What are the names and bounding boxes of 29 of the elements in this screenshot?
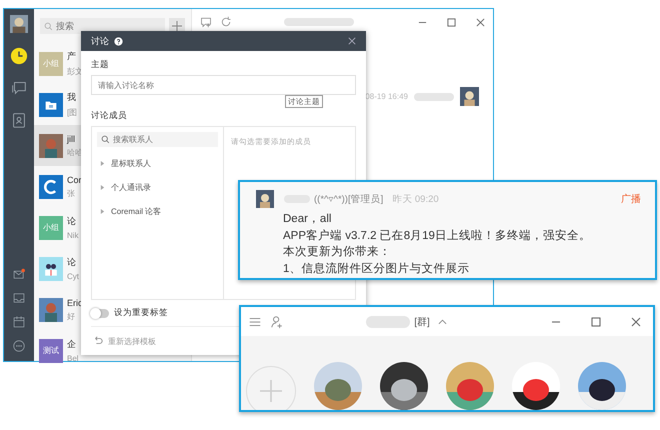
conversation-title: 企 [67,338,77,351]
message-line: 1、信息流附件区分图片与文件展示 [283,261,470,276]
conversation-title: 论 [67,256,77,269]
message-time: 08-19 16:49 [365,92,408,101]
conversation-title: Cor [67,174,82,184]
toggle-label: 设为重要标签 [114,307,168,319]
conversation-preview: 张 [67,188,76,198]
message-line: 本次更新为你带来： [283,244,392,260]
avatar: 小组 [39,216,63,240]
avatar: 小组 [39,52,63,76]
topic-label: 主题 [91,59,110,71]
message-time: 昨天 09:20 [392,192,439,206]
group-tag: [群] [414,314,430,328]
message-line: Dear，all [283,212,332,227]
message-line: APP客户端 v3.7.2 已在8月19日上线啦！多终端，强安全。 [283,228,592,244]
conversation-title: 我 [67,91,77,104]
conversation-title: 论 [67,215,77,228]
conversation-preview: 好 [67,310,76,322]
conversation-title: jill [67,134,76,144]
dialog-title: 讨论 [91,34,109,48]
conversation-preview: Bel [67,354,79,363]
avatar: 测试 [39,338,63,362]
conversation-preview: Cyt [67,272,79,281]
sender-name: ((*^▿^*))[管理员] [314,192,384,206]
conversation-preview: [图 [67,107,78,118]
broadcast-tag: 广播 [621,192,641,206]
conversation-title: 产 [67,50,77,63]
members-label: 讨论成员 [91,110,128,122]
conversation-preview: Nik [67,231,79,240]
